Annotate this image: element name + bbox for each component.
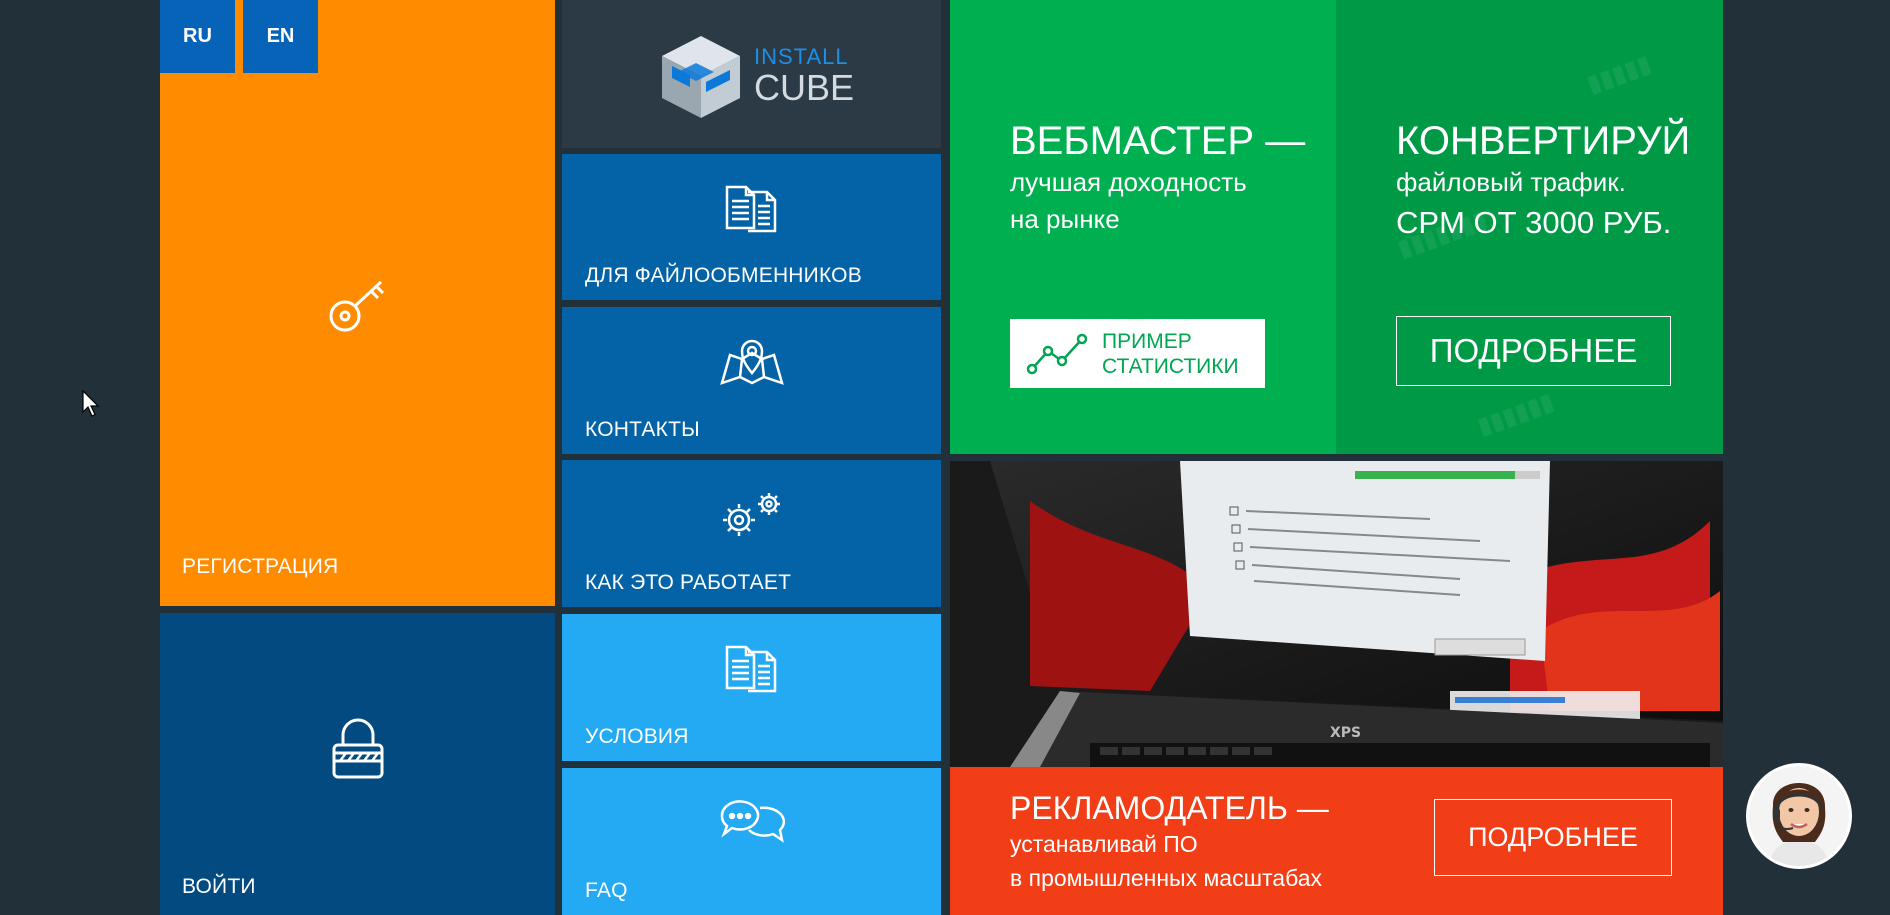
tile-terms-label: УСЛОВИЯ — [585, 725, 689, 748]
logo-line1: INSTALL — [754, 44, 849, 69]
advertiser-title: РЕКЛАМОДАТЕЛЬ — — [1010, 790, 1329, 826]
tile-faq-label: FAQ — [585, 879, 628, 902]
stats-btn-line1: ПРИМЕР — [1102, 329, 1192, 353]
webmaster-line2: на рынке — [1010, 204, 1120, 234]
support-avatar[interactable] — [1746, 763, 1852, 869]
webmaster-title: ВЕБМАСТЕР — — [1010, 119, 1306, 163]
laptop-illustration: XPS — [950, 461, 1723, 767]
chat-icon — [720, 800, 785, 843]
convert-line1: файловый трафик. — [1396, 167, 1626, 197]
stats-example-button[interactable]: ПРИМЕР СТАТИСТИКИ — [1010, 319, 1265, 388]
tile-login-label: ВОЙТИ — [182, 875, 256, 898]
tile-how-it-works-label: КАК ЭТО РАБОТАЕТ — [585, 571, 792, 594]
key-icon — [329, 280, 384, 332]
key-icon-wrap — [160, 270, 555, 340]
tile-file-hosts[interactable]: ДЛЯ ФАЙЛООБМЕННИКОВ — [562, 154, 941, 300]
tile-registration-label: РЕГИСТРАЦИЯ — [182, 555, 339, 578]
advertiser-banner[interactable]: РЕКЛАМОДАТЕЛЬ — устанавливай ПО в промыш… — [950, 767, 1723, 915]
advertiser-line1: устанавливай ПО — [1010, 831, 1198, 857]
cube-logo-icon — [662, 36, 740, 118]
logo-line2: CUBE — [754, 67, 855, 108]
stats-btn-line2: СТАТИСТИКИ — [1102, 354, 1239, 378]
convert-banner[interactable]: ▮▮▮▮▮ ▮▮▮▮▮▮▮ ▮▮▮▮▮▮ КОНВЕРТИРУЙ файловы… — [1336, 0, 1723, 454]
tile-registration[interactable]: РЕГИСТРАЦИЯ — [160, 0, 555, 606]
logo: INSTALL CUBE — [658, 32, 854, 120]
convert-more-button[interactable]: ПОДРОБНЕЕ — [1396, 316, 1671, 386]
chat-icon-wrap — [562, 796, 941, 846]
lang-en-button[interactable]: EN — [243, 0, 318, 73]
convert-line2: CPM ОТ 3000 РУБ. — [1396, 205, 1672, 240]
logo-tile[interactable]: INSTALL CUBE — [562, 0, 941, 148]
advertiser-more-button[interactable]: ПОДРОБНЕЕ — [1434, 799, 1672, 876]
webmaster-line1: лучшая доходность — [1010, 167, 1247, 197]
chart-line-icon — [1026, 333, 1088, 374]
advertiser-line2: в промышленных масштабах — [1010, 865, 1323, 891]
convert-title: КОНВЕРТИРУЙ — [1396, 119, 1691, 163]
documents-icon — [725, 645, 776, 693]
laptop-photo: XPS — [950, 461, 1723, 767]
bg-decoration: ▮▮▮▮▮ — [1583, 50, 1655, 99]
webmaster-banner[interactable]: ВЕБМАСТЕР — лучшая доходность на рынке П… — [950, 0, 1336, 454]
tile-contacts-label: КОНТАКТЫ — [585, 418, 700, 441]
gears-icon-wrap — [562, 490, 941, 540]
tile-contacts[interactable]: КОНТАКТЫ — [562, 307, 941, 454]
support-agent-icon — [1749, 766, 1849, 866]
padlock-icon-wrap — [160, 717, 555, 781]
documents-icon-wrap — [562, 184, 941, 234]
tile-file-hosts-label: ДЛЯ ФАЙЛООБМЕННИКОВ — [585, 264, 862, 287]
tile-faq[interactable]: FAQ — [562, 768, 941, 915]
lang-ru-button[interactable]: RU — [160, 0, 235, 73]
tile-how-it-works[interactable]: КАК ЭТО РАБОТАЕТ — [562, 460, 941, 607]
tile-terms[interactable]: УСЛОВИЯ — [562, 614, 941, 761]
tile-login[interactable]: ВОЙТИ — [160, 613, 555, 915]
svg-text:XPS: XPS — [1330, 725, 1361, 741]
gears-icon — [722, 493, 780, 536]
padlock-icon — [332, 718, 383, 779]
documents-icon-wrap-2 — [562, 644, 941, 694]
bg-decoration-3: ▮▮▮▮▮▮ — [1473, 388, 1558, 441]
documents-icon — [725, 185, 776, 233]
map-pin-icon-wrap — [562, 337, 941, 387]
mouse-cursor-icon — [82, 390, 100, 417]
map-pin-icon — [719, 339, 784, 385]
